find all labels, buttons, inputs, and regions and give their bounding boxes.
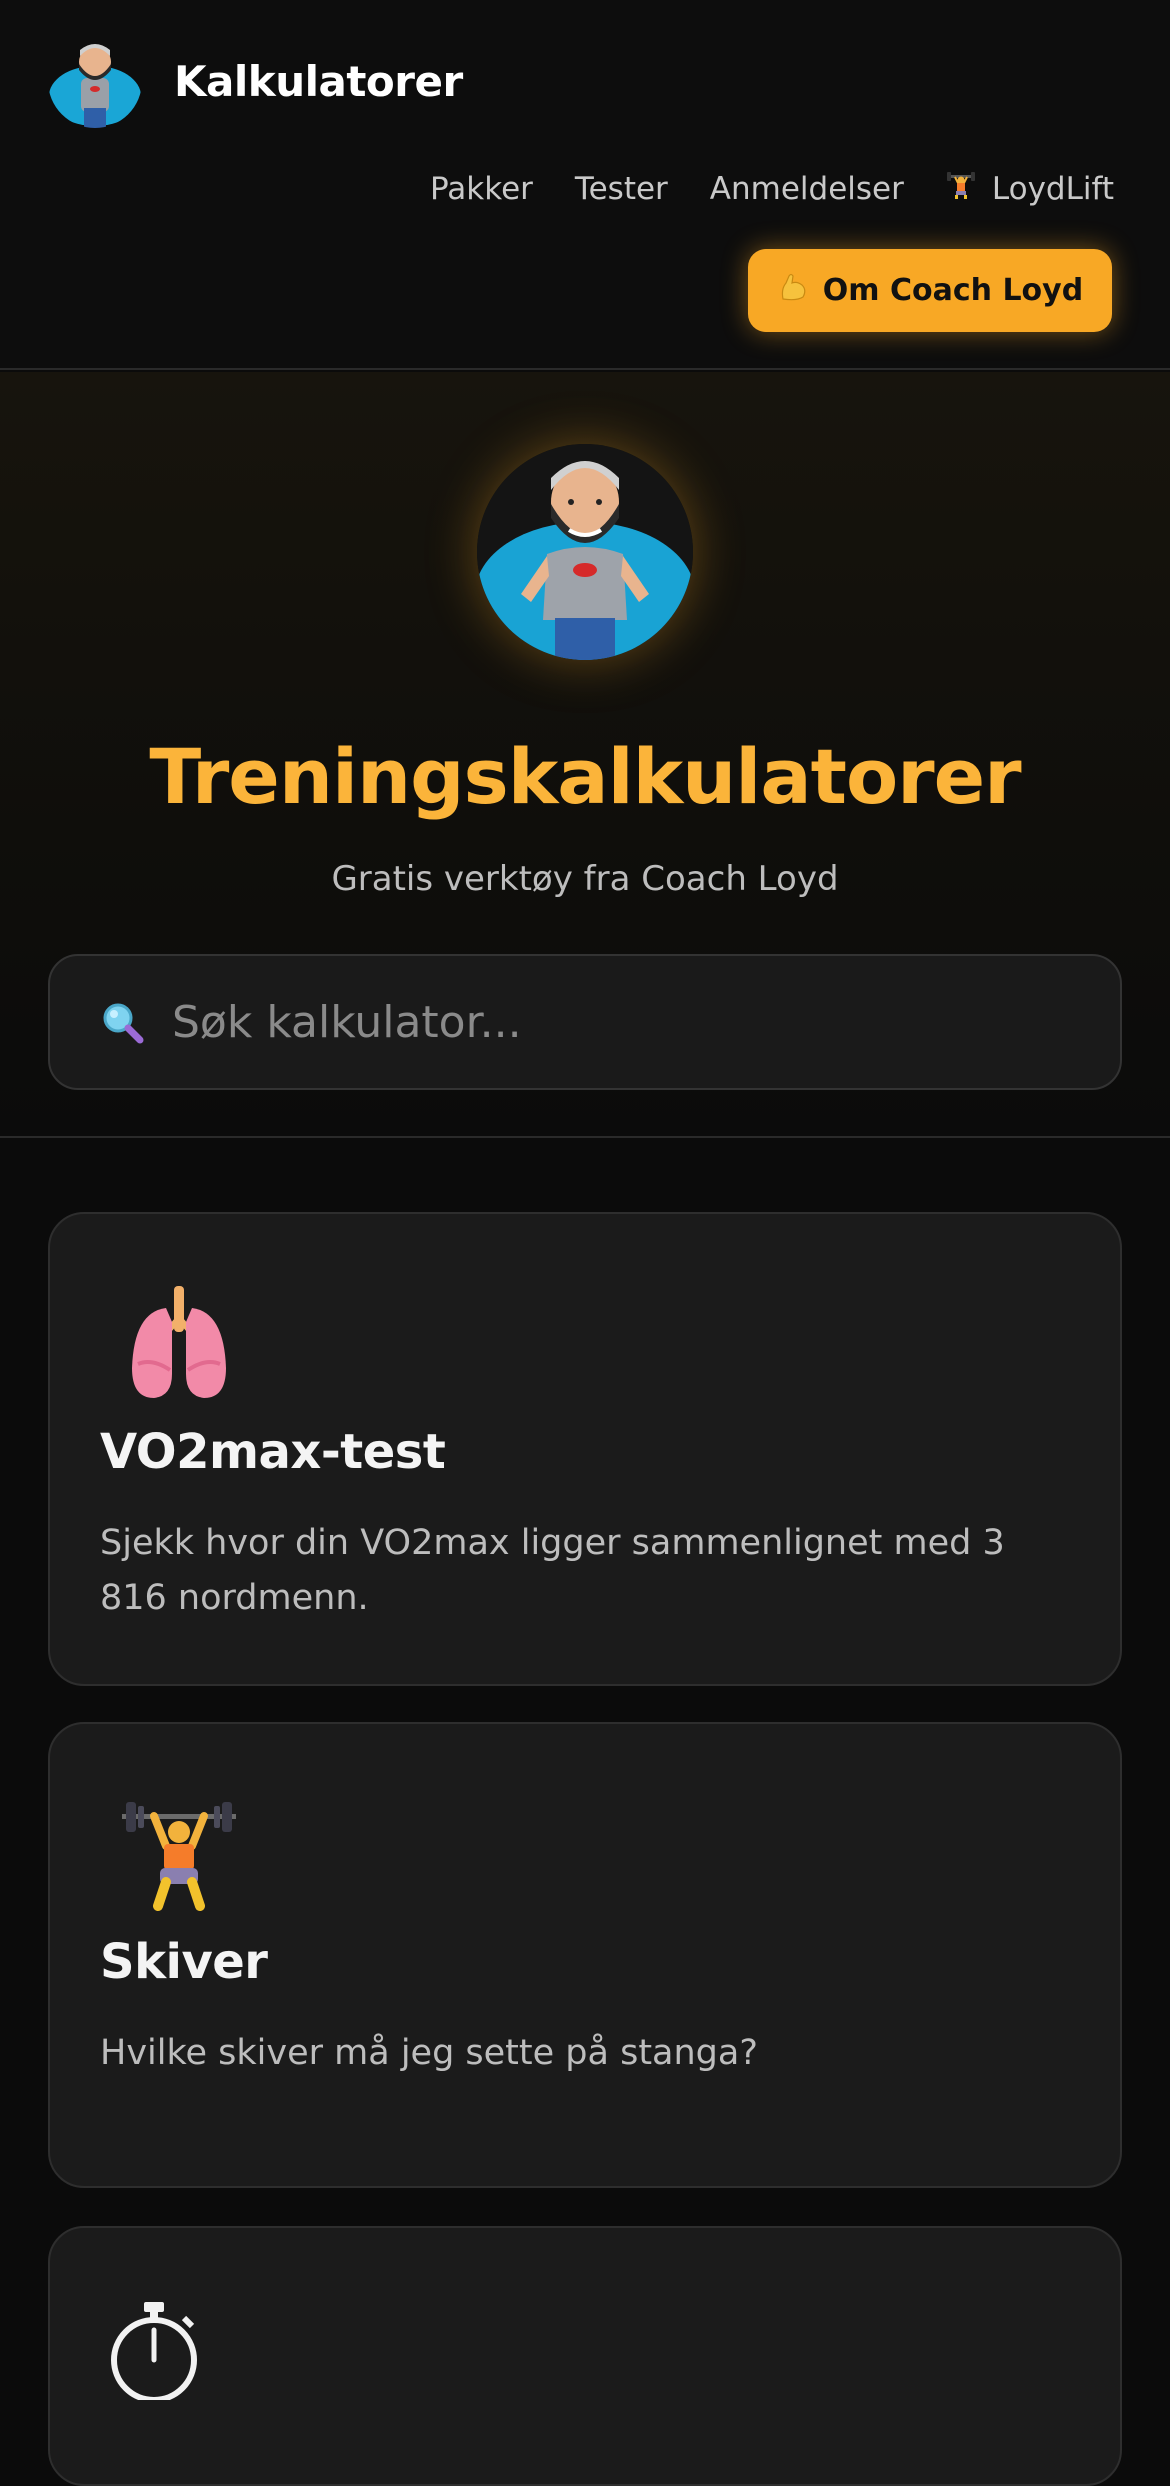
card-title: Skiver <box>100 1934 268 1990</box>
lungs-icon <box>114 1278 244 1408</box>
weightlifter-icon <box>946 170 976 208</box>
site-header: Kalkulatorer Pakker Tester Anmeldelser L… <box>0 0 1170 370</box>
calculator-card-skiver[interactable]: Skiver Hvilke skiver må jeg sette på sta… <box>48 1722 1122 2188</box>
calculator-card-vo2max[interactable]: VO2max-test Sjekk hvor din VO2max ligger… <box>48 1212 1122 1686</box>
coach-avatar-large <box>477 444 693 660</box>
weightlifter-icon <box>114 1788 244 1918</box>
hero-section: Treningskalkulatorer Gratis verktøy fra … <box>0 372 1170 1138</box>
site-title[interactable]: Kalkulatorer <box>174 57 463 106</box>
flexed-biceps-icon <box>777 271 809 311</box>
calculator-card-stopwatch[interactable] <box>48 2226 1122 2486</box>
magnifying-glass-icon <box>98 998 146 1046</box>
nav-link-loydlift[interactable]: LoydLift <box>946 170 1114 208</box>
search-box[interactable] <box>48 954 1122 1090</box>
nav-link-loydlift-label: LoydLift <box>991 171 1114 207</box>
page-subtitle: Gratis verktøy fra Coach Loyd <box>331 859 839 899</box>
about-coach-button[interactable]: Om Coach Loyd <box>748 249 1112 332</box>
brand[interactable]: Kalkulatorer <box>48 34 463 128</box>
card-description: Hvilke skiver må jeg sette på stanga? <box>100 2033 758 2073</box>
page-title: Treningskalkulatorer <box>149 732 1021 821</box>
coach-avatar-small[interactable] <box>48 34 142 128</box>
nav-link-pakker[interactable]: Pakker <box>430 171 533 207</box>
stopwatch-icon <box>104 2300 234 2430</box>
about-coach-label: Om Coach Loyd <box>822 273 1084 308</box>
card-description: Sjekk hvor din VO2max ligger sammenligne… <box>100 1523 1005 1618</box>
main-nav: Pakker Tester Anmeldelser LoydLift <box>430 170 1114 208</box>
search-input[interactable] <box>172 996 1072 1048</box>
card-title: VO2max-test <box>100 1424 446 1480</box>
nav-link-tester[interactable]: Tester <box>575 171 668 207</box>
nav-link-anmeldelser[interactable]: Anmeldelser <box>710 171 904 207</box>
